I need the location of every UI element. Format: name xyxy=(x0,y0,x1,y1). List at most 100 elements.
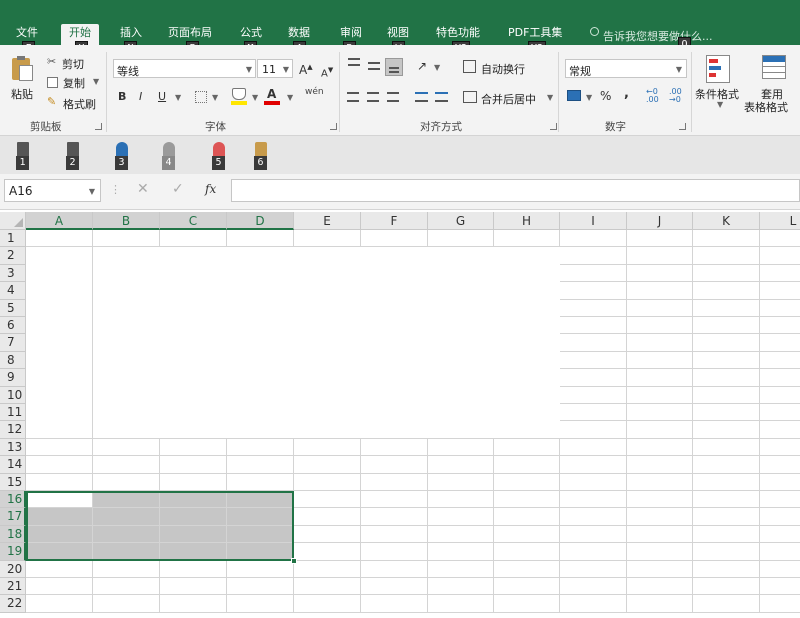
underline-dropdown-icon[interactable]: ▼ xyxy=(175,93,181,102)
row-header-16[interactable]: 16 xyxy=(0,491,26,509)
increase-decimal-icon[interactable]: ←0.00 xyxy=(646,88,659,104)
format-as-table-label-2[interactable]: 表格格式 xyxy=(744,99,788,115)
column-header-a[interactable]: A xyxy=(26,212,93,230)
conditional-formatting-icon[interactable] xyxy=(706,55,730,83)
column-header-i[interactable]: I xyxy=(560,212,627,230)
row-header-7[interactable]: 7 xyxy=(0,334,26,352)
tab-file[interactable]: 文件 xyxy=(16,26,38,40)
row-header-4[interactable]: 4 xyxy=(0,282,26,300)
insert-function-icon[interactable]: fx xyxy=(205,182,216,196)
number-format-select[interactable]: 常规 ▼ xyxy=(565,59,687,78)
cut-button[interactable]: 剪切 xyxy=(62,56,84,72)
format-as-table-icon[interactable] xyxy=(762,55,786,79)
column-header-e[interactable]: E xyxy=(294,212,361,230)
cancel-icon[interactable]: ✕ xyxy=(137,181,149,197)
fill-color-dropdown-icon[interactable]: ▼ xyxy=(252,93,258,102)
alignment-launcher-icon[interactable] xyxy=(550,123,557,130)
decrease-indent-icon[interactable] xyxy=(415,92,428,102)
align-right-icon[interactable] xyxy=(387,92,399,102)
name-box[interactable]: A16 ▼ xyxy=(4,179,101,202)
column-header-l[interactable]: L xyxy=(760,212,800,230)
paste-button[interactable]: 粘贴 xyxy=(11,86,33,102)
borders-dropdown-icon[interactable]: ▼ xyxy=(212,93,218,102)
row-header-14[interactable]: 14 xyxy=(0,456,26,474)
decrease-font-icon[interactable]: A▼ xyxy=(321,62,333,82)
row-header-8[interactable]: 8 xyxy=(0,351,26,370)
borders-icon[interactable] xyxy=(195,91,207,103)
tab-pdf-tools[interactable]: PDF工具集 xyxy=(508,26,562,40)
row-header-6[interactable]: 6 xyxy=(0,317,26,335)
align-top-icon[interactable] xyxy=(348,58,360,66)
orientation-dropdown-icon[interactable]: ▼ xyxy=(434,63,440,72)
comma-style-button[interactable]: , xyxy=(624,86,629,102)
row-header-19[interactable]: 19 xyxy=(0,543,26,561)
copy-dropdown-icon[interactable]: ▼ xyxy=(93,77,99,86)
merge-center-button[interactable]: 合并后居中 xyxy=(481,91,536,107)
font-color-dropdown-icon[interactable]: ▼ xyxy=(287,93,293,102)
row-header-21[interactable]: 21 xyxy=(0,578,26,596)
underline-button[interactable]: U xyxy=(158,89,166,105)
font-name-input[interactable]: 等线 ▼ xyxy=(113,59,256,78)
fill-handle[interactable] xyxy=(291,557,297,564)
increase-indent-icon[interactable] xyxy=(435,92,448,102)
row-header-1[interactable]: 1 xyxy=(0,230,26,248)
wrap-text-button[interactable]: 自动换行 xyxy=(481,61,525,77)
font-size-input[interactable]: 11 ▼ xyxy=(257,59,293,78)
formula-input[interactable] xyxy=(231,179,800,202)
row-header-2[interactable]: 2 xyxy=(0,247,26,265)
align-middle-icon[interactable] xyxy=(368,62,380,70)
bold-button[interactable]: B xyxy=(118,89,126,105)
accounting-dropdown-icon[interactable]: ▼ xyxy=(586,93,592,102)
paste-icon[interactable] xyxy=(10,56,36,82)
fill-color-icon[interactable] xyxy=(232,88,246,100)
row-header-12[interactable]: 12 xyxy=(0,421,26,439)
phonetic-guide-button[interactable]: wén xyxy=(305,87,324,97)
tab-view[interactable]: 视图 xyxy=(387,26,409,40)
tab-special-features[interactable]: 特色功能 xyxy=(436,26,480,40)
column-header-g[interactable]: G xyxy=(428,212,494,230)
decrease-decimal-icon[interactable]: .00 →0 xyxy=(669,88,682,104)
select-all-button[interactable] xyxy=(0,212,26,230)
format-painter-button[interactable]: 格式刷 xyxy=(63,96,96,112)
align-bottom-button[interactable] xyxy=(385,58,403,76)
column-header-c[interactable]: C xyxy=(160,212,227,230)
row-header-11[interactable]: 11 xyxy=(0,404,26,422)
tab-page-layout[interactable]: 页面布局 xyxy=(168,26,212,40)
number-launcher-icon[interactable] xyxy=(679,123,686,130)
align-left-icon[interactable] xyxy=(347,92,359,102)
align-center-icon[interactable] xyxy=(367,92,379,102)
column-header-k[interactable]: K xyxy=(693,212,760,230)
worksheet-grid[interactable]: ABCDEFGHIJKL 1 2 3 4 5 6 7 8 9 10 11 12 13 14 15 16 17 18… xyxy=(0,212,800,618)
row-header-10[interactable]: 10 xyxy=(0,386,26,404)
merge-dropdown-icon[interactable]: ▼ xyxy=(547,93,553,102)
italic-button[interactable]: I xyxy=(139,89,142,105)
row-header-20[interactable]: 20 xyxy=(0,560,26,578)
font-color-icon[interactable]: A xyxy=(267,86,276,102)
row-header-5[interactable]: 5 xyxy=(0,299,26,317)
column-header-b[interactable]: B xyxy=(93,212,160,230)
copy-button[interactable]: 复制 xyxy=(63,75,85,91)
row-header-3[interactable]: 3 xyxy=(0,264,26,283)
row-header-15[interactable]: 15 xyxy=(0,473,26,491)
tab-formulas[interactable]: 公式 xyxy=(240,26,262,40)
row-header-22[interactable]: 22 xyxy=(0,595,26,613)
tab-review[interactable]: 审阅 xyxy=(340,26,362,40)
tab-data[interactable]: 数据 xyxy=(288,26,310,40)
tab-insert[interactable]: 插入 xyxy=(120,26,142,40)
column-header-f[interactable]: F xyxy=(361,212,428,230)
font-launcher-icon[interactable] xyxy=(330,123,337,130)
enter-icon[interactable]: ✓ xyxy=(172,181,184,197)
row-header-17[interactable]: 17 xyxy=(0,508,26,526)
orientation-icon[interactable]: ↗ xyxy=(417,58,427,74)
column-header-j[interactable]: J xyxy=(627,212,693,230)
percent-style-button[interactable]: % xyxy=(600,88,611,104)
column-header-h[interactable]: H xyxy=(494,212,560,230)
accounting-format-icon[interactable] xyxy=(567,90,581,101)
row-header-9[interactable]: 9 xyxy=(0,369,26,387)
column-header-d[interactable]: D xyxy=(227,212,294,230)
row-header-13[interactable]: 13 xyxy=(0,438,26,457)
conditional-dropdown-icon[interactable]: ▼ xyxy=(717,100,723,109)
row-header-18[interactable]: 18 xyxy=(0,525,26,544)
increase-font-icon[interactable]: A▲ xyxy=(299,59,313,78)
tell-me-search[interactable]: 告诉我您想要做什么... xyxy=(603,28,713,44)
